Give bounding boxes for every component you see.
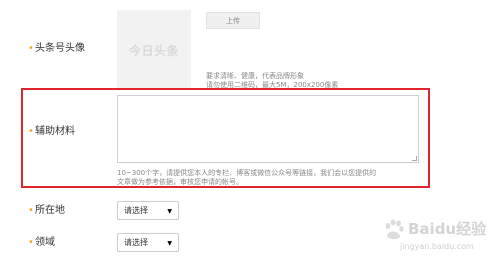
upload-button[interactable]: 上传 — [206, 12, 260, 29]
location-select-value: 请选择 — [124, 206, 148, 215]
materials-textarea[interactable] — [117, 95, 419, 163]
baidu-jingyan-watermark: Baidu经验 jingyan.baidu.com — [370, 212, 492, 256]
required-dot: • — [28, 205, 34, 216]
watermark-brand: Baidu经验 — [408, 220, 487, 238]
materials-label: 辅助材料 — [35, 126, 75, 137]
avatar-label: 头条号头像 — [35, 43, 85, 54]
location-label: 所在地 — [35, 205, 65, 216]
domain-select[interactable]: 请选择 ▼ — [117, 233, 179, 252]
dropdown-caret-icon: ▼ — [167, 240, 172, 247]
materials-hint-line2: 文章做为参考依据，审核您申请的帐号。 — [117, 178, 243, 186]
required-dot: • — [28, 43, 34, 54]
required-dot: • — [28, 237, 34, 248]
avatar-placeholder: 今日头条 — [117, 10, 191, 90]
domain-label: 领域 — [35, 237, 55, 248]
required-dot: • — [28, 126, 34, 137]
domain-select-value: 请选择 — [124, 238, 148, 247]
toutiao-logo-placeholder: 今日头条 — [128, 43, 179, 58]
dropdown-caret-icon: ▼ — [167, 208, 172, 215]
location-select[interactable]: 请选择 ▼ — [117, 201, 179, 220]
watermark-url: jingyan.baidu.com — [400, 242, 474, 251]
resize-grip-icon[interactable] — [412, 156, 417, 161]
baidu-paw-icon — [385, 219, 404, 239]
